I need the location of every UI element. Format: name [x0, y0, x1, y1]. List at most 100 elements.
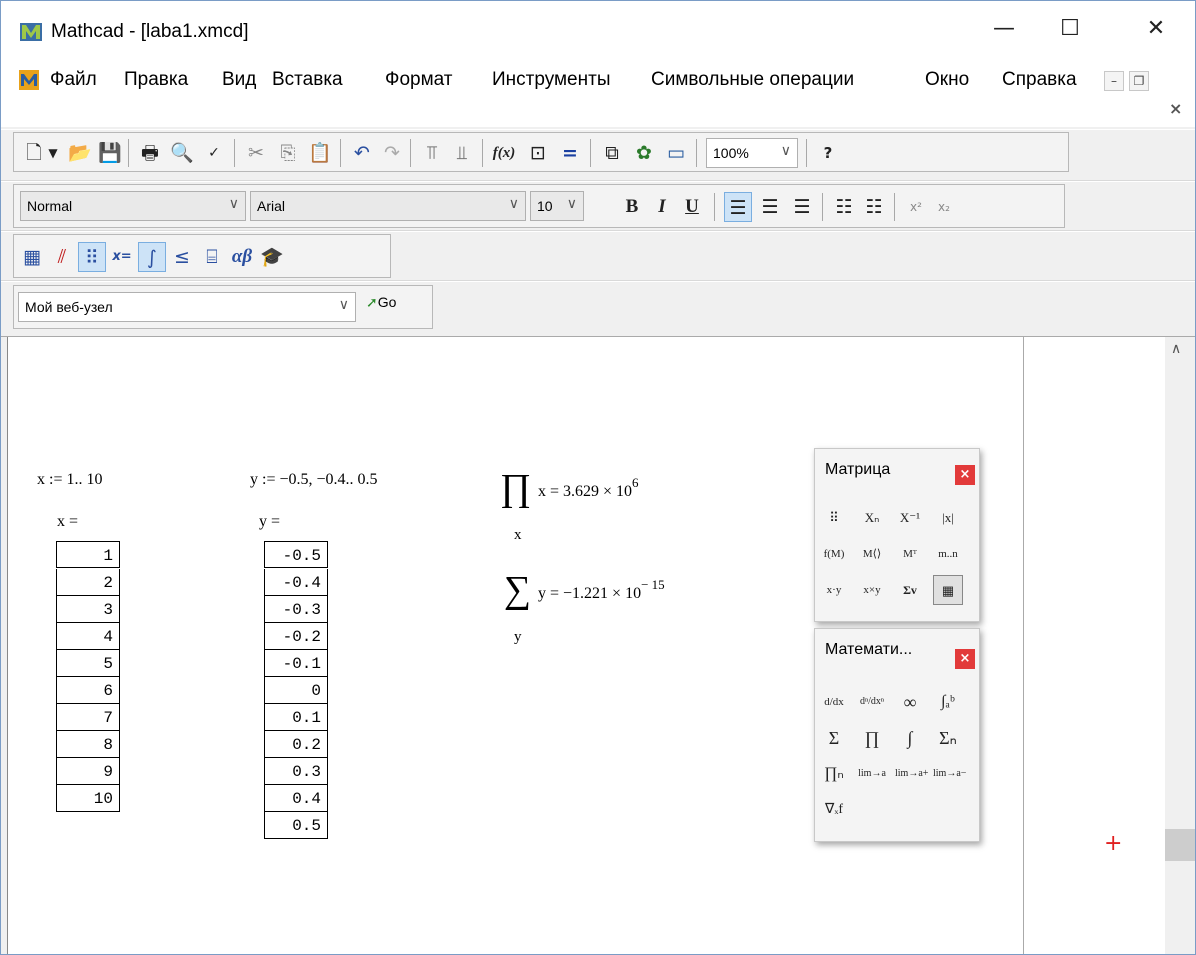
- menu-help[interactable]: Справка: [1002, 69, 1077, 91]
- definite-integral-icon[interactable]: ∫ₐᵇ: [933, 687, 963, 717]
- spell-check-icon[interactable]: ✓: [200, 138, 228, 168]
- web-address-select[interactable]: Мой веб-узел ∨: [18, 292, 356, 322]
- menu-tools[interactable]: Инструменты: [492, 69, 610, 91]
- menu-insert[interactable]: Вставка: [272, 69, 343, 91]
- sum-expression[interactable]: y = −1.221 × 10− 15: [538, 577, 665, 603]
- product-icon[interactable]: ∏ₙ: [819, 759, 849, 789]
- new-dropdown-icon[interactable]: ▼: [44, 138, 62, 168]
- copy-icon[interactable]: ⎘: [274, 138, 302, 168]
- menu-symbolics[interactable]: Символьные операции: [651, 69, 854, 91]
- y-result-cell: 0.2: [264, 731, 328, 758]
- close-button[interactable]: ✕: [1132, 11, 1180, 47]
- bullet-list-icon[interactable]: ☷: [830, 192, 858, 222]
- mdi-restore-button[interactable]: ❐: [1129, 71, 1149, 91]
- summation-icon[interactable]: Σₙ: [933, 723, 963, 753]
- matrix-palette-close-button[interactable]: ×: [955, 465, 975, 485]
- y-evaluation[interactable]: y =: [259, 513, 280, 531]
- save-icon[interactable]: 💾: [96, 138, 124, 168]
- menu-view[interactable]: Вид: [222, 69, 256, 91]
- go-button[interactable]: ➚Go: [366, 294, 396, 311]
- programming-icon[interactable]: ⌸: [198, 242, 226, 272]
- component-icon[interactable]: ⧉: [598, 138, 626, 168]
- underline-button[interactable]: U: [678, 192, 706, 222]
- indefinite-integral-icon[interactable]: ∫: [895, 723, 925, 753]
- maximize-button[interactable]: ☐: [1046, 11, 1094, 47]
- align-left-icon[interactable]: ☰: [724, 192, 752, 222]
- paste-icon[interactable]: 📋: [306, 138, 334, 168]
- font-select[interactable]: Arial ∨: [250, 191, 526, 221]
- align-center-icon[interactable]: ☰: [756, 192, 784, 222]
- derivative-icon[interactable]: d/dx: [819, 687, 849, 717]
- boolean-icon[interactable]: ≤: [168, 242, 196, 272]
- calculus-palette-title: Математи...: [825, 641, 913, 658]
- scroll-up-icon[interactable]: ∧: [1171, 341, 1181, 357]
- insert-function-icon[interactable]: f(x): [490, 138, 518, 168]
- bold-button[interactable]: B: [618, 192, 646, 222]
- undo-icon[interactable]: ↶: [348, 138, 376, 168]
- vector-sum-icon[interactable]: Σv: [895, 575, 925, 605]
- style-select[interactable]: Normal ∨: [20, 191, 246, 221]
- dot-product-icon[interactable]: x·y: [819, 575, 849, 605]
- zoom-select[interactable]: 100% ∨: [706, 138, 798, 168]
- left-limit-icon[interactable]: lim→a−: [933, 759, 966, 789]
- y-result-cell: -0.1: [264, 650, 328, 677]
- x-evaluation[interactable]: x =: [57, 513, 78, 531]
- numbered-list-icon[interactable]: ☷: [860, 192, 888, 222]
- align-top-icon[interactable]: ⫪: [418, 138, 446, 168]
- vertical-scrollbar[interactable]: ∧: [1165, 337, 1195, 954]
- infinity-icon[interactable]: ∞: [895, 687, 925, 717]
- menu-format[interactable]: Формат: [385, 69, 453, 91]
- vectorize-icon[interactable]: f(M): [819, 539, 849, 569]
- subscript-icon[interactable]: x₂: [930, 192, 958, 222]
- calculate-icon[interactable]: =: [556, 138, 584, 168]
- window-icon[interactable]: ▭: [662, 138, 690, 168]
- redo-icon[interactable]: ↷: [378, 138, 406, 168]
- align-right-icon[interactable]: ☰: [788, 192, 816, 222]
- calculus-palette-close-button[interactable]: ×: [955, 649, 975, 669]
- cut-icon[interactable]: ✂: [242, 138, 270, 168]
- menu-bar: Файл Правка Вид Вставка Формат Инструмен…: [1, 53, 1195, 127]
- evaluation-icon[interactable]: x=: [108, 242, 136, 272]
- range-product-icon[interactable]: ∏: [857, 723, 887, 753]
- graph-icon[interactable]: ⫽: [48, 242, 76, 272]
- gradient-icon[interactable]: ∇ₓf: [819, 795, 849, 825]
- column-icon[interactable]: M⟨⟩: [857, 539, 887, 569]
- matrix-insert-icon[interactable]: ⠿: [819, 503, 849, 533]
- resources-icon[interactable]: ✿: [630, 138, 658, 168]
- minimize-button[interactable]: —: [980, 11, 1028, 47]
- matrix-subscript-icon[interactable]: Xₙ: [857, 503, 887, 533]
- scrollbar-thumb[interactable]: [1165, 829, 1195, 861]
- limit-icon[interactable]: lim→a: [857, 759, 887, 789]
- picture-icon[interactable]: ▦: [933, 575, 963, 605]
- range-sum-icon[interactable]: Σ: [819, 723, 849, 753]
- print-preview-icon[interactable]: 🔍: [168, 138, 196, 168]
- font-size-select[interactable]: 10 ∨: [530, 191, 584, 221]
- calculator-icon[interactable]: ▦: [18, 242, 46, 272]
- menu-edit[interactable]: Правка: [124, 69, 188, 91]
- print-icon[interactable]: 🖶: [136, 138, 164, 168]
- mdi-close-button[interactable]: ×: [1169, 99, 1182, 118]
- greek-icon[interactable]: αβ: [228, 242, 256, 272]
- align-down-icon[interactable]: ⫫: [448, 138, 476, 168]
- nth-derivative-icon[interactable]: dⁿ/dxⁿ: [857, 687, 887, 717]
- y-range-definition[interactable]: y := −0.5, −0.4.. 0.5: [250, 471, 378, 489]
- product-expression[interactable]: x = 3.629 × 106: [538, 475, 639, 501]
- matrix-inverse-icon[interactable]: X⁻¹: [895, 503, 925, 533]
- calculus-toolbar-icon[interactable]: ∫: [138, 242, 166, 272]
- superscript-icon[interactable]: x²: [902, 192, 930, 222]
- determinant-icon[interactable]: |x|: [933, 503, 963, 533]
- help-icon[interactable]: ?: [814, 138, 842, 168]
- right-limit-icon[interactable]: lim→a+: [895, 759, 928, 789]
- italic-button[interactable]: I: [648, 192, 676, 222]
- cross-product-icon[interactable]: x×y: [857, 575, 887, 605]
- menu-file[interactable]: Файл: [50, 69, 97, 91]
- symbolic-icon[interactable]: 🎓: [258, 242, 286, 272]
- insert-unit-icon[interactable]: ⊡: [524, 138, 552, 168]
- mdi-minimize-button[interactable]: –: [1104, 71, 1124, 91]
- matrix-toolbar-icon[interactable]: ⠿: [78, 242, 106, 272]
- open-icon[interactable]: 📂: [66, 138, 94, 168]
- x-range-definition[interactable]: x := 1.. 10: [37, 471, 102, 489]
- menu-window[interactable]: Окно: [925, 69, 969, 91]
- range-variable-icon[interactable]: m..n: [933, 539, 963, 569]
- transpose-icon[interactable]: Mᵀ: [895, 539, 925, 569]
